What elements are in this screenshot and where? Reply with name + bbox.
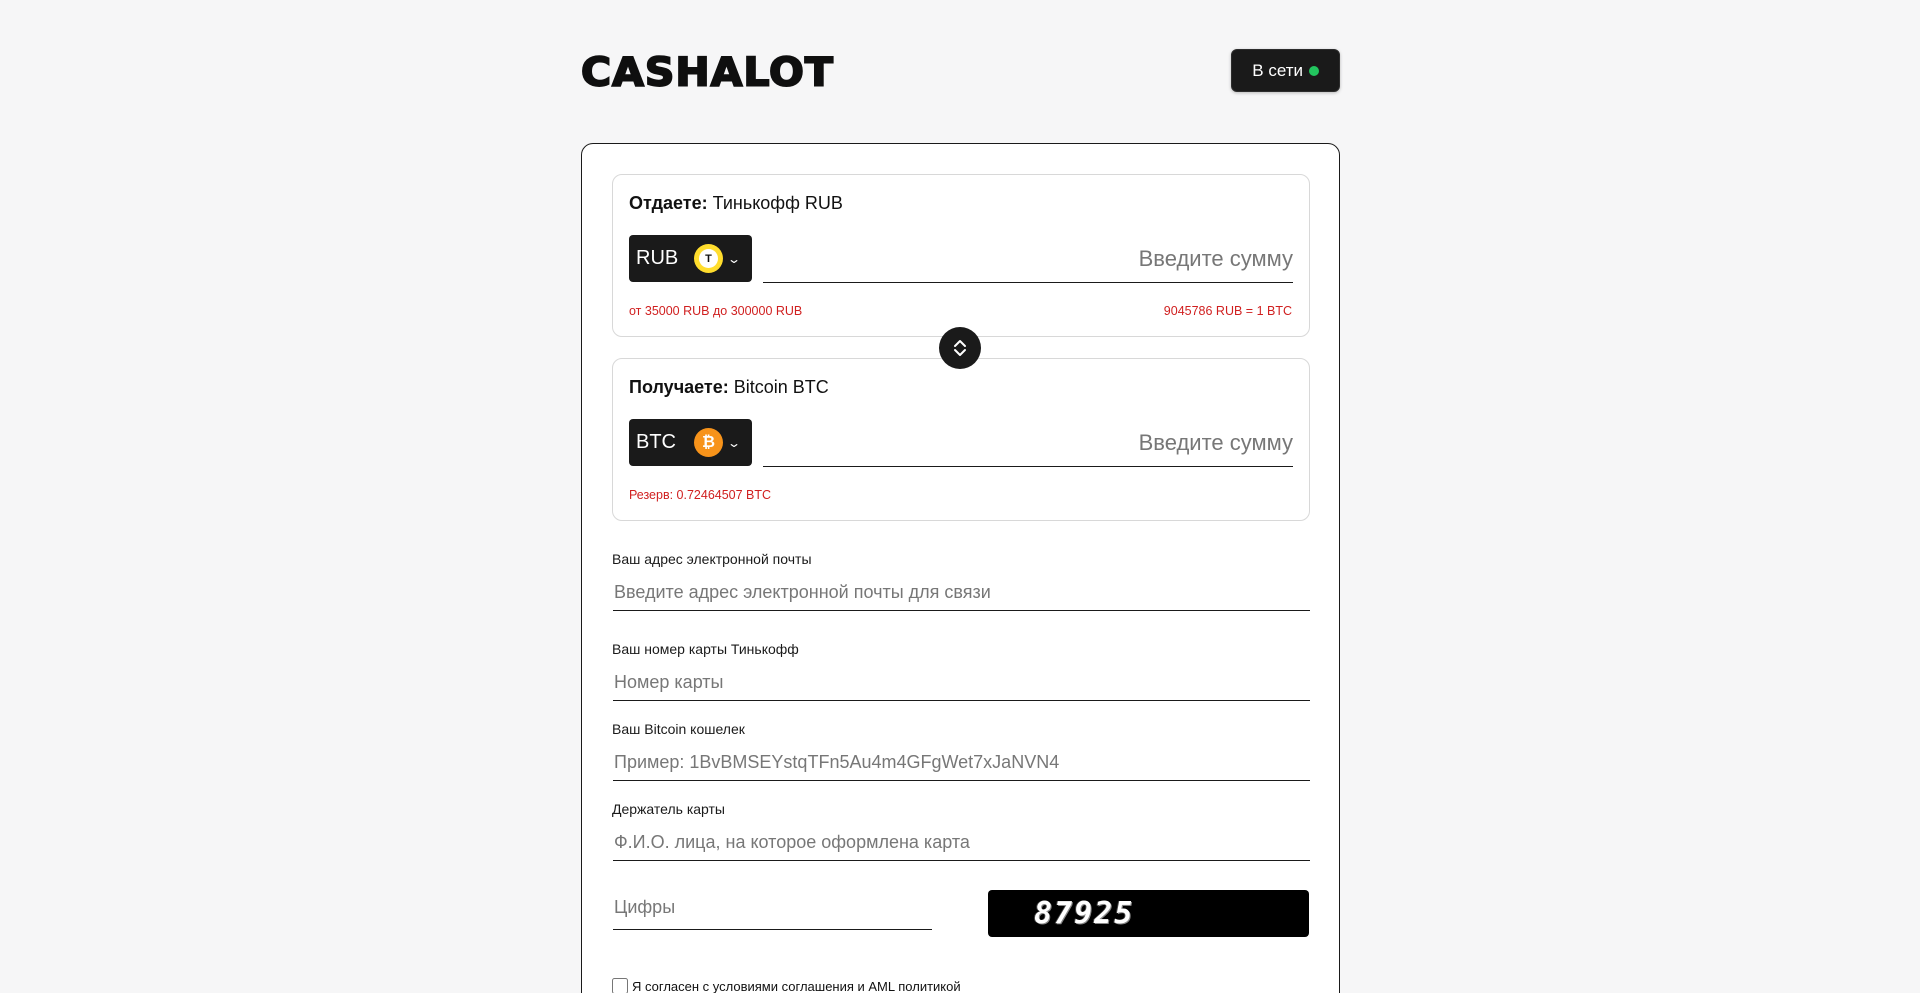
- tinkoff-icon: T: [694, 244, 723, 273]
- get-amount-input[interactable]: [763, 419, 1293, 467]
- card-holder-label: Держатель карты: [612, 801, 725, 817]
- status-label: В сети: [1252, 60, 1303, 80]
- wallet-label: Ваш Bitcoin кошелек: [612, 721, 745, 737]
- give-currency-code: RUB: [636, 247, 679, 269]
- online-dot-icon: [1309, 65, 1319, 76]
- swap-button[interactable]: [939, 327, 981, 369]
- captcha-input[interactable]: [613, 886, 932, 930]
- header: CASHALOT В сети: [580, 48, 1340, 94]
- email-field[interactable]: [613, 575, 1310, 611]
- wallet-field[interactable]: [613, 745, 1310, 781]
- agree-label: Я согласен с условиями соглашения и AML …: [632, 978, 961, 993]
- online-status-button[interactable]: В сети: [1231, 49, 1340, 92]
- give-limits: от 35000 RUB до 300000 RUB: [629, 304, 803, 318]
- card-holder-field[interactable]: [613, 825, 1310, 861]
- get-currency-code: BTC: [636, 431, 676, 453]
- give-title: Отдаете: Тинькофф RUB: [629, 193, 843, 214]
- give-box: Отдаете: Тинькофф RUB RUB T ⌄ от 35000 R…: [612, 174, 1310, 337]
- get-box: Получаете: Bitcoin BTC BTC ₿ ⌄ Резерв: 0…: [612, 358, 1310, 521]
- bitcoin-icon: ₿: [694, 428, 723, 457]
- give-amount-input[interactable]: [763, 235, 1293, 283]
- reserve-amount: Резерв: 0.72464507 BTC: [629, 488, 772, 502]
- get-title: Получаете: Bitcoin BTC: [629, 377, 829, 398]
- swap-arrows-icon: [954, 340, 966, 356]
- captcha-code: 87925: [1034, 896, 1135, 931]
- chevron-down-icon: ⌄: [726, 435, 742, 450]
- give-title-value: Тинькофф RUB: [712, 193, 843, 213]
- page: CASHALOT В сети Отдаете: Тинькофф RUB RU…: [0, 0, 1920, 993]
- get-title-label: Получаете:: [629, 377, 729, 397]
- logo[interactable]: CASHALOT: [580, 52, 834, 93]
- card-number-field[interactable]: [613, 665, 1310, 701]
- exchange-form-card: Отдаете: Тинькофф RUB RUB T ⌄ от 35000 R…: [581, 143, 1340, 993]
- card-number-label: Ваш номер карты Тинькофф: [612, 641, 799, 657]
- agree-row[interactable]: Я согласен с условиями соглашения и AML …: [612, 978, 961, 993]
- give-currency-select[interactable]: RUB T ⌄: [629, 235, 752, 282]
- get-currency-select[interactable]: BTC ₿ ⌄: [629, 419, 752, 466]
- exchange-rate: 9045786 RUB = 1 BTC: [1163, 304, 1292, 318]
- captcha-image: 87925: [988, 890, 1309, 937]
- agree-checkbox[interactable]: [612, 978, 628, 993]
- get-title-value: Bitcoin BTC: [733, 377, 829, 397]
- chevron-down-icon: ⌄: [726, 251, 742, 266]
- give-title-label: Отдаете:: [629, 193, 708, 213]
- email-label: Ваш адрес электронной почты: [612, 551, 812, 567]
